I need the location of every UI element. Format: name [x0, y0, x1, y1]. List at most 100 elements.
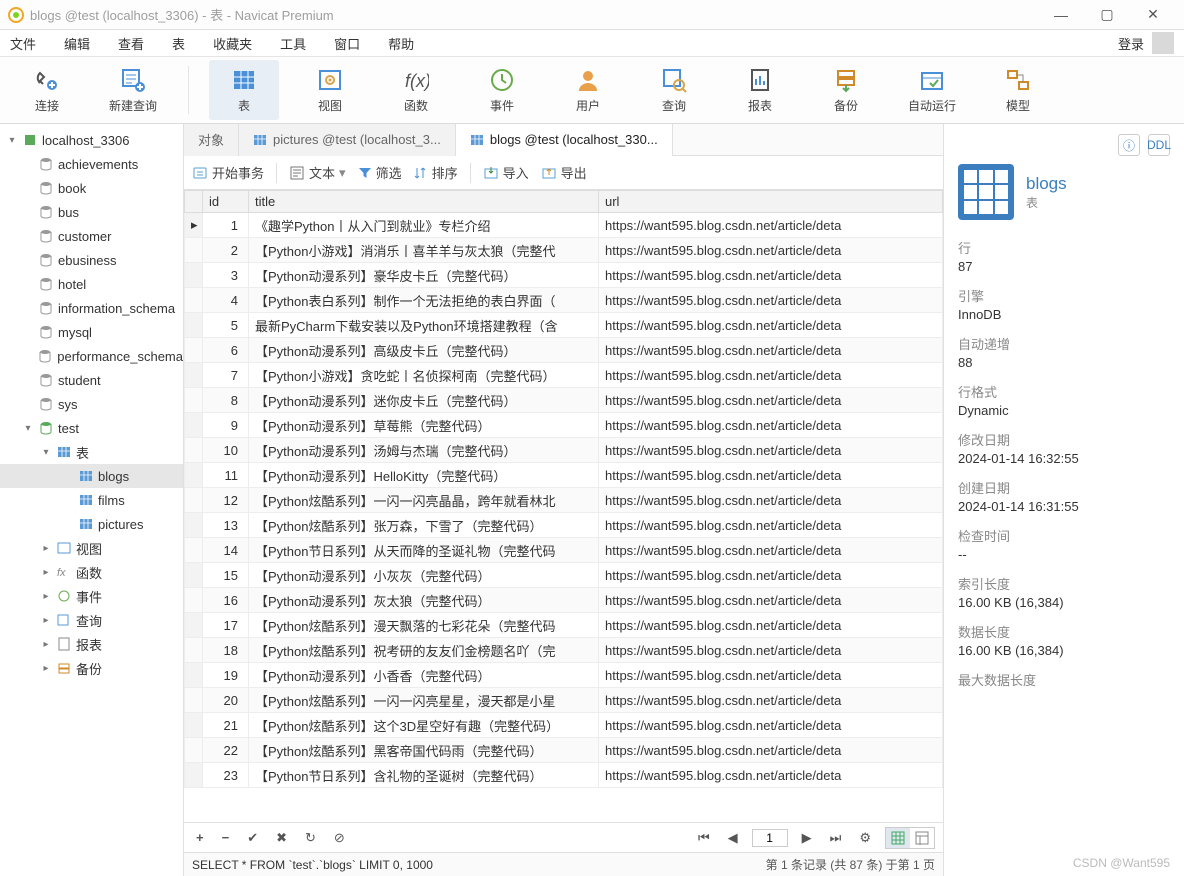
cell-title[interactable]: 【Python炫酷系列】这个3D星空好有趣（完整代码）	[249, 713, 599, 738]
table-row[interactable]: 15【Python动漫系列】小灰灰（完整代码）https://want595.b…	[185, 563, 943, 588]
cancel-button[interactable]: ✖	[272, 830, 291, 846]
cell-title[interactable]: 【Python炫酷系列】漫天飘落的七彩花朵（完整代码	[249, 613, 599, 638]
tree-table-films[interactable]: films	[0, 488, 183, 512]
toolbar-fx-button[interactable]: f(x)函数	[381, 60, 451, 120]
tree-db-sys[interactable]: sys	[0, 392, 183, 416]
cell-id[interactable]: 4	[203, 288, 249, 313]
table-row[interactable]: 19【Python动漫系列】小香香（完整代码）https://want595.b…	[185, 663, 943, 688]
cell-title[interactable]: 【Python小游戏】消消乐丨喜羊羊与灰太狼（完整代	[249, 238, 599, 263]
tree-node-事件[interactable]: ▸事件	[0, 584, 183, 608]
table-row[interactable]: ▸1《趣学Python丨从入门到就业》专栏介绍https://want595.b…	[185, 213, 943, 238]
row-handle[interactable]	[185, 313, 203, 338]
cell-url[interactable]: https://want595.blog.csdn.net/article/de…	[599, 688, 943, 713]
tree-db-achievements[interactable]: achievements	[0, 152, 183, 176]
cell-url[interactable]: https://want595.blog.csdn.net/article/de…	[599, 388, 943, 413]
grid-view-button[interactable]	[886, 828, 910, 848]
begin-transaction-button[interactable]: 开始事务	[192, 163, 264, 182]
cell-url[interactable]: https://want595.blog.csdn.net/article/de…	[599, 313, 943, 338]
tree-db-bus[interactable]: bus	[0, 200, 183, 224]
row-handle[interactable]	[185, 488, 203, 513]
tree-table-pictures[interactable]: pictures	[0, 512, 183, 536]
tree-tables-node[interactable]: ▾表	[0, 440, 183, 464]
page-last-button[interactable]: ⏭	[826, 830, 846, 846]
text-mode-button[interactable]: 文本 ▾	[289, 163, 346, 182]
form-view-button[interactable]	[910, 828, 934, 848]
table-row[interactable]: 10【Python动漫系列】汤姆与杰瑞（完整代码）https://want595…	[185, 438, 943, 463]
data-grid-scroll[interactable]: id title url ▸1《趣学Python丨从入门到就业》专栏介绍http…	[184, 190, 943, 822]
cell-title[interactable]: 【Python炫酷系列】一闪一闪亮星星，漫天都是小星	[249, 688, 599, 713]
cell-title[interactable]: 《趣学Python丨从入门到就业》专栏介绍	[249, 213, 599, 238]
row-handle[interactable]	[185, 538, 203, 563]
row-handle[interactable]	[185, 363, 203, 388]
table-row[interactable]: 2【Python小游戏】消消乐丨喜羊羊与灰太狼（完整代https://want5…	[185, 238, 943, 263]
table-row[interactable]: 12【Python炫酷系列】一闪一闪亮晶晶，跨年就看林北https://want…	[185, 488, 943, 513]
cell-id[interactable]: 15	[203, 563, 249, 588]
cell-title[interactable]: 最新PyCharm下载安装以及Python环境搭建教程（含	[249, 313, 599, 338]
connection-tree[interactable]: ▾localhost_3306achievementsbookbuscustom…	[0, 124, 184, 876]
menu-3[interactable]: 表	[172, 34, 185, 53]
sort-button[interactable]: 排序	[414, 163, 458, 182]
toolbar-report-button[interactable]: 报表	[725, 60, 795, 120]
row-handle[interactable]	[185, 663, 203, 688]
page-first-button[interactable]: ⏮	[694, 830, 714, 846]
toolbar-plug-button[interactable]: 连接	[12, 60, 82, 120]
table-row[interactable]: 18【Python炫酷系列】祝考研的友友们金榜题名吖（完https://want…	[185, 638, 943, 663]
toolbar-newquery-button[interactable]: 新建查询	[98, 60, 168, 120]
user-avatar-icon[interactable]	[1152, 32, 1174, 54]
delete-row-button[interactable]: −	[218, 830, 234, 845]
table-row[interactable]: 3【Python动漫系列】豪华皮卡丘（完整代码）https://want595.…	[185, 263, 943, 288]
row-handle[interactable]	[185, 588, 203, 613]
table-row[interactable]: 13【Python炫酷系列】张万森，下雪了（完整代码）https://want5…	[185, 513, 943, 538]
row-handle[interactable]	[185, 388, 203, 413]
cell-title[interactable]: 【Python节日系列】含礼物的圣诞树（完整代码）	[249, 763, 599, 788]
cell-url[interactable]: https://want595.blog.csdn.net/article/de…	[599, 513, 943, 538]
toolbar-view-button[interactable]: 视图	[295, 60, 365, 120]
toolbar-model-button[interactable]: 模型	[983, 60, 1053, 120]
cell-url[interactable]: https://want595.blog.csdn.net/article/de…	[599, 738, 943, 763]
add-row-button[interactable]: +	[192, 830, 208, 845]
cell-id[interactable]: 10	[203, 438, 249, 463]
cell-url[interactable]: https://want595.blog.csdn.net/article/de…	[599, 713, 943, 738]
tree-node-查询[interactable]: ▸查询	[0, 608, 183, 632]
table-row[interactable]: 4【Python表白系列】制作一个无法拒绝的表白界面（https://want5…	[185, 288, 943, 313]
tab-2[interactable]: blogs @test (localhost_330...	[456, 124, 673, 156]
cell-id[interactable]: 5	[203, 313, 249, 338]
page-input[interactable]	[752, 829, 788, 847]
tab-0[interactable]: 对象	[184, 124, 239, 156]
cell-url[interactable]: https://want595.blog.csdn.net/article/de…	[599, 238, 943, 263]
filter-button[interactable]: 筛选	[358, 163, 402, 182]
row-handle[interactable]	[185, 638, 203, 663]
menu-1[interactable]: 编辑	[64, 34, 90, 53]
cell-url[interactable]: https://want595.blog.csdn.net/article/de…	[599, 538, 943, 563]
row-handle[interactable]	[185, 288, 203, 313]
cell-title[interactable]: 【Python动漫系列】草莓熊（完整代码）	[249, 413, 599, 438]
tree-table-blogs[interactable]: blogs	[0, 464, 183, 488]
menu-7[interactable]: 帮助	[388, 34, 414, 53]
stop-button[interactable]: ⊘	[330, 830, 349, 846]
cell-title[interactable]: 【Python炫酷系列】黑客帝国代码雨（完整代码）	[249, 738, 599, 763]
toolbar-query-button[interactable]: 查询	[639, 60, 709, 120]
cell-url[interactable]: https://want595.blog.csdn.net/article/de…	[599, 338, 943, 363]
cell-title[interactable]: 【Python动漫系列】小香香（完整代码）	[249, 663, 599, 688]
cell-id[interactable]: 21	[203, 713, 249, 738]
cell-url[interactable]: https://want595.blog.csdn.net/article/de…	[599, 638, 943, 663]
column-header-title[interactable]: title	[249, 191, 599, 213]
cell-url[interactable]: https://want595.blog.csdn.net/article/de…	[599, 588, 943, 613]
cell-id[interactable]: 8	[203, 388, 249, 413]
table-row[interactable]: 11【Python动漫系列】HelloKitty（完整代码）https://wa…	[185, 463, 943, 488]
cell-id[interactable]: 1	[203, 213, 249, 238]
tree-db-ebusiness[interactable]: ebusiness	[0, 248, 183, 272]
cell-title[interactable]: 【Python表白系列】制作一个无法拒绝的表白界面（	[249, 288, 599, 313]
tree-node-备份[interactable]: ▸备份	[0, 656, 183, 680]
login-link[interactable]: 登录	[1118, 34, 1144, 53]
row-handle[interactable]	[185, 513, 203, 538]
page-next-button[interactable]: ▶	[798, 830, 816, 846]
cell-title[interactable]: 【Python节日系列】从天而降的圣诞礼物（完整代码	[249, 538, 599, 563]
row-handle[interactable]	[185, 613, 203, 638]
toolbar-table-button[interactable]: 表	[209, 60, 279, 120]
tab-1[interactable]: pictures @test (localhost_3...	[239, 124, 456, 156]
tree-db-customer[interactable]: customer	[0, 224, 183, 248]
cell-id[interactable]: 2	[203, 238, 249, 263]
toolbar-auto-button[interactable]: 自动运行	[897, 60, 967, 120]
grid-settings-button[interactable]: ⚙	[855, 830, 875, 846]
